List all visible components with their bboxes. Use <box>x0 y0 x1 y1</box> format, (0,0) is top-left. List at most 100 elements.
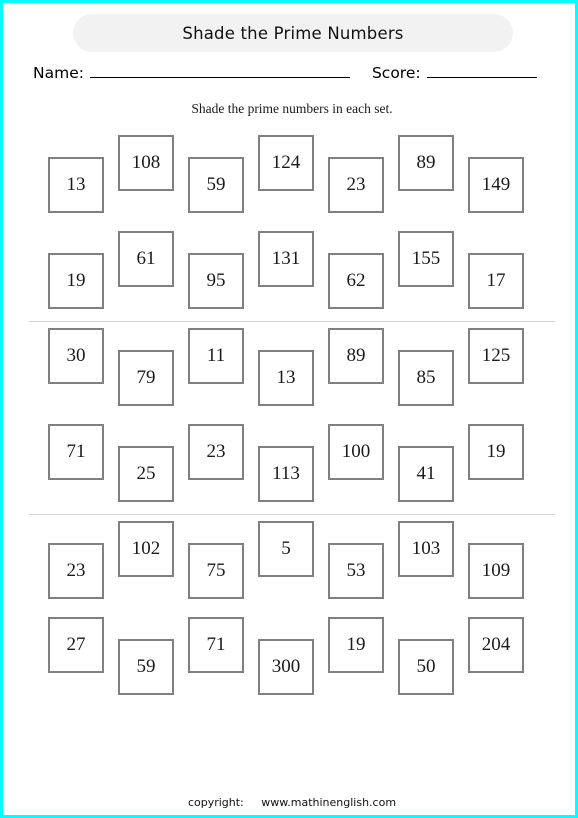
number-box[interactable]: 204 <box>468 617 524 673</box>
website-url: www.mathinenglish.com <box>261 796 397 809</box>
number-value: 204 <box>481 634 511 655</box>
number-value: 25 <box>136 463 156 484</box>
number-value: 19 <box>346 634 366 655</box>
number-sets-container: 13 108 59 124 23 89 149 19 61 95 131 62 155 17 30 79 11 1… <box>3 129 575 707</box>
number-box[interactable]: 61 <box>118 231 174 287</box>
number-box[interactable]: 79 <box>118 350 174 406</box>
number-value: 53 <box>346 560 366 581</box>
number-box[interactable]: 30 <box>48 328 104 384</box>
number-value: 30 <box>66 345 86 366</box>
number-box[interactable]: 300 <box>258 639 314 695</box>
number-row-inner: 30 79 11 13 89 85 125 <box>48 322 540 418</box>
number-value: 71 <box>66 441 86 462</box>
number-box[interactable]: 59 <box>118 639 174 695</box>
number-box[interactable]: 25 <box>118 446 174 502</box>
number-row: 71 25 23 113 100 41 19 <box>3 418 575 514</box>
number-set-3: 23 102 75 5 53 103 109 27 59 71 300 19 50 204 <box>3 515 575 707</box>
number-value: 300 <box>271 656 301 677</box>
instructions-text: Shade the prime numbers in each set. <box>191 101 393 116</box>
number-value: 149 <box>481 174 511 195</box>
number-box[interactable]: 23 <box>328 157 384 213</box>
footer: copyright: www.mathinenglish.com <box>3 796 575 809</box>
number-value: 100 <box>341 441 371 462</box>
name-score-row: Name: Score: <box>33 63 551 87</box>
number-set-2: 30 79 11 13 89 85 125 71 25 23 113 100 41 19 <box>3 322 575 514</box>
number-box[interactable]: 13 <box>48 157 104 213</box>
number-box[interactable]: 53 <box>328 543 384 599</box>
number-value: 89 <box>346 345 366 366</box>
score-label: Score: <box>371 64 421 82</box>
number-box[interactable]: 103 <box>398 521 454 577</box>
number-value: 103 <box>411 538 441 559</box>
number-row-inner: 19 61 95 131 62 155 17 <box>48 225 540 321</box>
number-row: 30 79 11 13 89 85 125 <box>3 322 575 418</box>
number-value: 17 <box>486 270 506 291</box>
number-value: 59 <box>206 174 226 195</box>
number-value: 27 <box>66 634 86 655</box>
number-row-inner: 13 108 59 124 23 89 149 <box>48 129 540 225</box>
number-box[interactable]: 89 <box>328 328 384 384</box>
number-value: 95 <box>206 270 226 291</box>
number-box[interactable]: 102 <box>118 521 174 577</box>
number-value: 59 <box>136 656 156 677</box>
number-value: 61 <box>136 248 156 269</box>
number-box[interactable]: 113 <box>258 446 314 502</box>
number-box[interactable]: 59 <box>188 157 244 213</box>
number-box[interactable]: 41 <box>398 446 454 502</box>
number-box[interactable]: 89 <box>398 135 454 191</box>
number-row: 13 108 59 124 23 89 149 <box>3 129 575 225</box>
number-value: 13 <box>276 367 296 388</box>
number-box[interactable]: 95 <box>188 253 244 309</box>
number-row: 27 59 71 300 19 50 204 <box>3 611 575 707</box>
number-box[interactable]: 62 <box>328 253 384 309</box>
number-value: 23 <box>66 560 86 581</box>
number-value: 102 <box>131 538 161 559</box>
number-box[interactable]: 125 <box>468 328 524 384</box>
copyright-label: copyright: <box>187 796 244 809</box>
number-value: 125 <box>481 345 511 366</box>
number-box[interactable]: 19 <box>48 253 104 309</box>
number-box[interactable]: 19 <box>328 617 384 673</box>
number-value: 71 <box>206 634 226 655</box>
number-box[interactable]: 71 <box>188 617 244 673</box>
number-value: 85 <box>416 367 436 388</box>
worksheet-page: Shade the Prime Numbers Name: Score: Sha… <box>0 0 578 818</box>
number-row-inner: 23 102 75 5 53 103 109 <box>48 515 540 611</box>
number-box[interactable]: 124 <box>258 135 314 191</box>
number-box[interactable]: 109 <box>468 543 524 599</box>
name-label: Name: <box>33 64 84 82</box>
name-input[interactable] <box>89 63 350 78</box>
number-row-inner: 71 25 23 113 100 41 19 <box>48 418 540 514</box>
number-box[interactable]: 23 <box>48 543 104 599</box>
number-box[interactable]: 19 <box>468 424 524 480</box>
number-row: 19 61 95 131 62 155 17 <box>3 225 575 321</box>
number-box[interactable]: 13 <box>258 350 314 406</box>
title-banner: Shade the Prime Numbers <box>73 14 513 52</box>
number-value: 155 <box>411 248 441 269</box>
number-box[interactable]: 5 <box>258 521 314 577</box>
number-box[interactable]: 75 <box>188 543 244 599</box>
number-value: 75 <box>206 560 226 581</box>
number-value: 23 <box>206 441 226 462</box>
number-box[interactable]: 149 <box>468 157 524 213</box>
number-box[interactable]: 155 <box>398 231 454 287</box>
number-value: 124 <box>271 152 301 173</box>
number-value: 108 <box>131 152 161 173</box>
number-value: 109 <box>481 560 511 581</box>
number-box[interactable]: 11 <box>188 328 244 384</box>
number-value: 19 <box>66 270 86 291</box>
number-box[interactable]: 50 <box>398 639 454 695</box>
number-value: 79 <box>136 367 156 388</box>
number-box[interactable]: 23 <box>188 424 244 480</box>
score-input[interactable] <box>426 63 537 78</box>
number-box[interactable]: 100 <box>328 424 384 480</box>
number-box[interactable]: 71 <box>48 424 104 480</box>
number-box[interactable]: 131 <box>258 231 314 287</box>
number-value: 11 <box>206 345 226 366</box>
number-box[interactable]: 27 <box>48 617 104 673</box>
page-title: Shade the Prime Numbers <box>182 23 404 43</box>
number-value: 23 <box>346 174 366 195</box>
number-box[interactable]: 85 <box>398 350 454 406</box>
number-box[interactable]: 17 <box>468 253 524 309</box>
number-box[interactable]: 108 <box>118 135 174 191</box>
